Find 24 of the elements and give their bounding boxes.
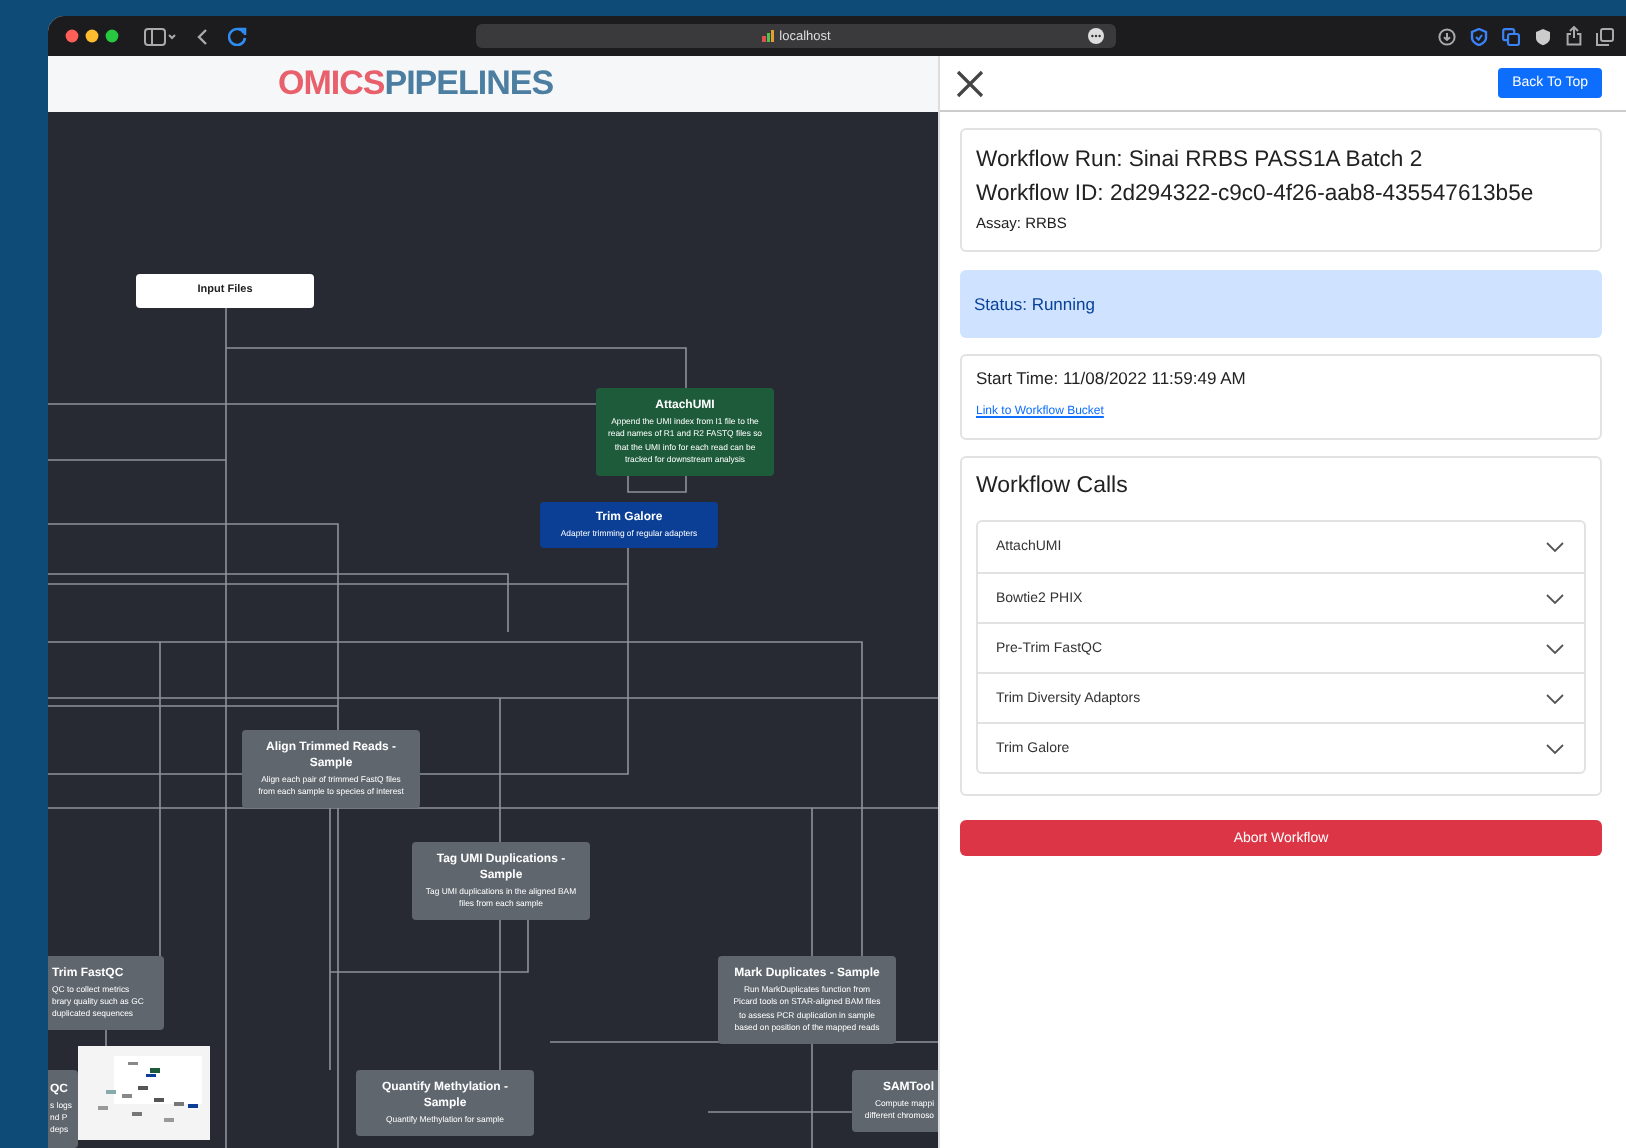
close-icon[interactable] xyxy=(956,69,984,97)
chevron-icon xyxy=(1546,743,1564,753)
status-alert: Status: Running xyxy=(960,270,1602,338)
chevron-icon xyxy=(1546,693,1564,703)
minimap-drawing[interactable] xyxy=(78,1046,210,1140)
site-icon xyxy=(761,30,774,42)
section-title: Workflow Calls xyxy=(976,474,1130,498)
chevron-icon xyxy=(1546,593,1564,603)
share-icon[interactable] xyxy=(1566,26,1582,46)
tab-overview-icon[interactable] xyxy=(1596,27,1614,45)
chevron-icon xyxy=(1546,542,1564,552)
tabs-icon[interactable] xyxy=(1502,27,1520,45)
sidebar-icon[interactable] xyxy=(144,27,176,45)
window-controls-icon[interactable] xyxy=(64,28,124,44)
extension-icon[interactable] xyxy=(1534,27,1552,45)
shield-icon[interactable] xyxy=(1470,27,1488,45)
refresh-icon[interactable] xyxy=(228,26,248,46)
chevron-icon xyxy=(1546,643,1564,653)
workflow-id: Workflow ID: 2d294322-c9c0-4f26-aab8-435547613b5e xyxy=(976,180,1536,210)
start-time: Start Time: 11/08/2022 11:59:49 AM xyxy=(976,368,1248,388)
workflow-run-title: Workflow Run: Sinai RRBS PASS1A Batch 2 xyxy=(976,146,1425,176)
download-icon[interactable] xyxy=(1438,27,1456,45)
back-icon[interactable] xyxy=(196,27,208,45)
more-icon[interactable] xyxy=(1088,28,1104,44)
